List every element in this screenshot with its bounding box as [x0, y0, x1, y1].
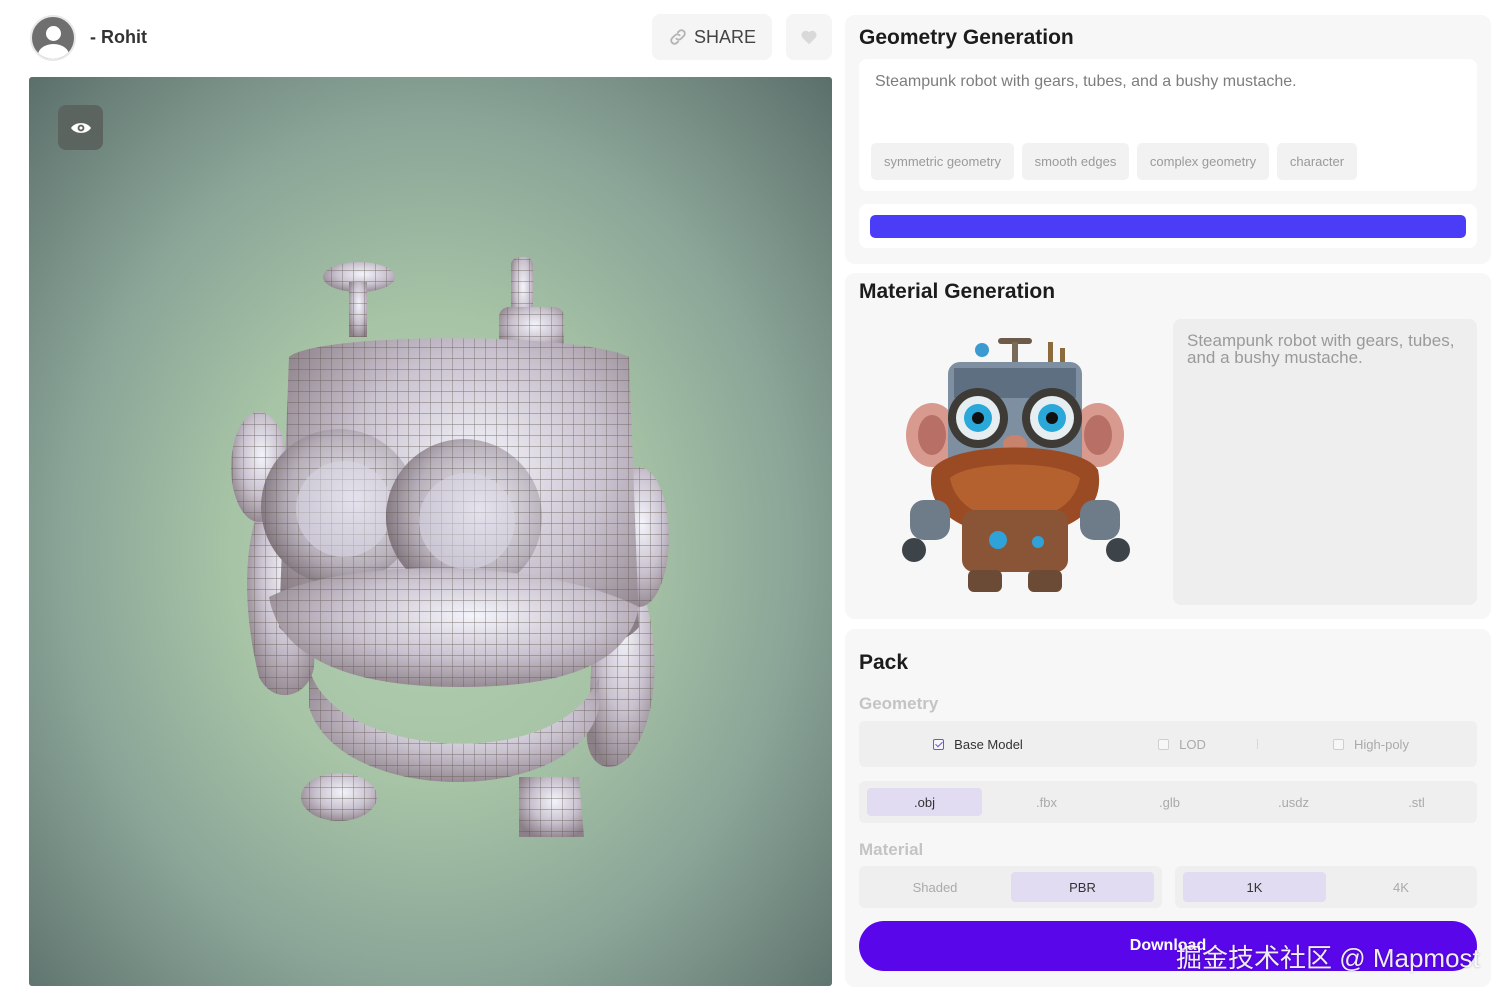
checkbox-icon [1158, 738, 1170, 750]
share-label: SHARE [693, 26, 756, 47]
option-lod[interactable]: LOD [1146, 721, 1218, 767]
option-lod-label: LOD [1179, 736, 1206, 752]
resolution-selector: 1K 4K [1175, 866, 1477, 908]
format-selector: .obj .fbx .glb .usdz .stl [859, 781, 1477, 823]
pack-title: Pack [859, 651, 909, 674]
material-prompt-text: Steampunk robot with gears, tubes, and a… [1187, 331, 1455, 367]
model-viewer[interactable] [29, 77, 832, 986]
material-title: Material Generation [859, 280, 1056, 303]
avatar-icon[interactable] [30, 15, 76, 61]
heart-icon [801, 30, 817, 45]
checkbox-icon [1333, 738, 1345, 750]
link-icon [670, 29, 686, 45]
material-prompt-box[interactable]: Steampunk robot with gears, tubes, and a… [1173, 319, 1477, 605]
option-base-model-label: Base Model [954, 736, 1023, 752]
share-button[interactable]: SHARE [652, 14, 772, 60]
progress-fill [870, 215, 1466, 238]
format-glb[interactable]: .glb [1112, 788, 1227, 816]
tag-complex-geometry[interactable]: complex geometry [1137, 143, 1269, 180]
material-sub-label: Material [859, 840, 924, 859]
format-stl[interactable]: .stl [1359, 788, 1474, 816]
geometry-progress [859, 204, 1477, 248]
resolution-1k[interactable]: 1K [1183, 872, 1326, 902]
tag-smooth-edges[interactable]: smooth edges [1022, 143, 1129, 180]
option-high-poly-label: High-poly [1354, 736, 1409, 752]
wireframe-toggle-button[interactable] [58, 105, 103, 150]
model-options-group: Base Model LOD High-poly [859, 721, 1477, 767]
wireframe-robot-model[interactable] [199, 237, 679, 847]
textured-robot-thumbnail[interactable] [870, 320, 1160, 605]
geometry-prompt-text: Steampunk robot with gears, tubes, and a… [875, 73, 1297, 90]
option-base-model[interactable]: Base Model [923, 721, 1033, 767]
like-button[interactable] [786, 14, 832, 60]
format-usdz[interactable]: .usdz [1236, 788, 1351, 816]
watermark-text: 掘金技术社区 @ Mapmost [1176, 943, 1480, 973]
shading-pbr[interactable]: PBR [1011, 872, 1154, 902]
format-fbx[interactable]: .fbx [989, 788, 1104, 816]
shading-selector: Shaded PBR [859, 866, 1162, 908]
resolution-4k[interactable]: 4K [1331, 872, 1471, 902]
geometry-prompt-box[interactable]: Steampunk robot with gears, tubes, and a… [859, 59, 1477, 191]
header-bar: - Rohit SHARE [28, 14, 834, 62]
eye-icon [70, 122, 91, 133]
format-obj[interactable]: .obj [867, 788, 982, 816]
geometry-title: Geometry Generation [859, 26, 1074, 49]
geometry-sub-label: Geometry [859, 694, 939, 713]
username[interactable]: - Rohit [90, 27, 147, 48]
shading-shaded[interactable]: Shaded [865, 872, 1005, 902]
option-high-poly[interactable]: High-poly [1327, 721, 1415, 767]
checkbox-icon [933, 738, 945, 750]
tag-character[interactable]: character [1277, 143, 1357, 180]
progress-track [870, 215, 1466, 238]
divider [1257, 739, 1258, 749]
tag-symmetric-geometry[interactable]: symmetric geometry [871, 143, 1014, 180]
